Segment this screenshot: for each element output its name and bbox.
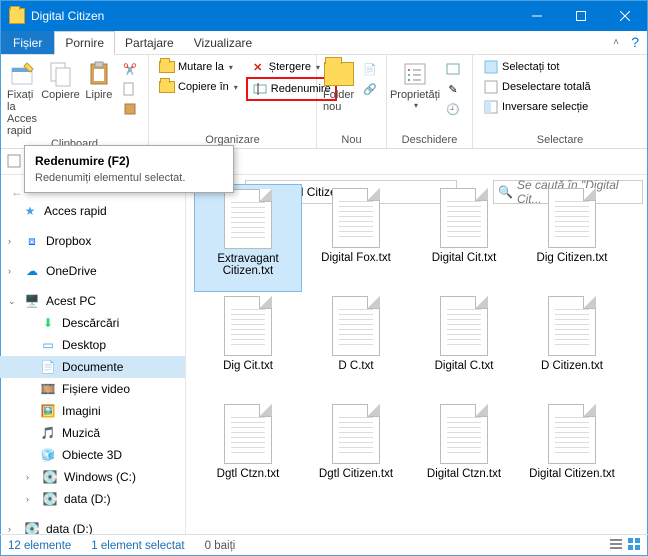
- file-name: D Citizen.txt: [541, 360, 603, 372]
- file-item[interactable]: Dgtl Ctzn.txt: [194, 400, 302, 508]
- close-button[interactable]: [603, 1, 647, 31]
- nav-sidebar: ★Acces rapid ›⧈Dropbox ›☁OneDrive ⌄🖥️Ace…: [0, 178, 186, 534]
- paste-button[interactable]: Lipire: [84, 57, 114, 101]
- file-icon: [548, 296, 596, 356]
- file-name: Dgtl Citizen.txt: [319, 468, 393, 480]
- view-details-button[interactable]: [608, 536, 624, 555]
- tab-file[interactable]: Fișier: [1, 31, 54, 54]
- file-item[interactable]: Digital C.txt: [410, 292, 518, 400]
- sidebar-quick-access[interactable]: ★Acces rapid: [0, 200, 185, 222]
- file-item[interactable]: Dig Citizen.txt: [518, 184, 626, 292]
- file-icon: [332, 404, 380, 464]
- group-open: Deschidere: [393, 133, 466, 148]
- history-button[interactable]: 🕘: [441, 99, 465, 119]
- sidebar-downloads[interactable]: ⬇Descărcări: [0, 312, 185, 334]
- file-name: Dig Cit.txt: [223, 360, 273, 372]
- view-icons-button[interactable]: [626, 536, 642, 555]
- edit-button[interactable]: ✎: [441, 79, 465, 99]
- minimize-button[interactable]: [515, 1, 559, 31]
- invert-selection-button[interactable]: Inversare selecție: [479, 97, 595, 117]
- file-name: Dig Citizen.txt: [537, 252, 608, 264]
- file-name: Dgtl Ctzn.txt: [217, 468, 280, 480]
- new-folder-button[interactable]: Folder nou: [323, 57, 354, 113]
- file-icon: [224, 404, 272, 464]
- file-icon: [332, 296, 380, 356]
- file-name: D C.txt: [338, 360, 373, 372]
- status-count: 12 elemente: [8, 540, 71, 552]
- titlebar: Digital Citizen: [1, 1, 647, 31]
- sidebar-desktop[interactable]: ▭Desktop: [0, 334, 185, 356]
- group-select: Selectare: [479, 133, 641, 148]
- select-all-button[interactable]: Selectați tot: [479, 57, 595, 77]
- paste-shortcut-button[interactable]: [118, 99, 142, 119]
- sidebar-pictures[interactable]: 🖼️Imagini: [0, 400, 185, 422]
- new-item-button[interactable]: 📄: [358, 59, 382, 79]
- file-icon: [224, 189, 272, 249]
- file-item[interactable]: Digital Cit.txt: [410, 184, 518, 292]
- rename-tooltip: Redenumire (F2) Redenumiți elementul sel…: [24, 145, 234, 193]
- easy-access-button[interactable]: 🔗: [358, 79, 382, 99]
- file-item[interactable]: Dig Cit.txt: [194, 292, 302, 400]
- help-button[interactable]: ?: [631, 34, 639, 50]
- ribbon: Fixați la Acces rapid Copiere Lipire ✂️ …: [1, 55, 647, 149]
- file-name: Digital Cit.txt: [432, 252, 497, 264]
- file-item[interactable]: D C.txt: [302, 292, 410, 400]
- file-icon: [548, 188, 596, 248]
- sidebar-onedrive[interactable]: ›☁OneDrive: [0, 260, 185, 282]
- file-name: Digital Fox.txt: [321, 252, 391, 264]
- file-name: Digital Ctzn.txt: [427, 468, 501, 480]
- file-item[interactable]: Extravagant Citizen.txt: [194, 184, 302, 292]
- group-new: Nou: [323, 133, 380, 148]
- file-name: Extravagant Citizen.txt: [195, 253, 301, 277]
- file-item[interactable]: D Citizen.txt: [518, 292, 626, 400]
- file-icon: [440, 404, 488, 464]
- file-item[interactable]: Digital Fox.txt: [302, 184, 410, 292]
- copypath-button[interactable]: [118, 79, 142, 99]
- sidebar-3dobjects[interactable]: 🧊Obiecte 3D: [0, 444, 185, 466]
- file-item[interactable]: Digital Ctzn.txt: [410, 400, 518, 508]
- statusbar: 12 elemente 1 element selectat 0 baiți: [0, 534, 648, 556]
- sidebar-thispc[interactable]: ⌄🖥️Acest PC: [0, 290, 185, 312]
- select-none-button[interactable]: Deselectare totală: [479, 77, 595, 97]
- status-size: 0 baiți: [205, 540, 236, 552]
- sidebar-videos[interactable]: 🎞️Fișiere video: [0, 378, 185, 400]
- ribbon-toggle-icon[interactable]: ˄: [613, 37, 619, 48]
- copy-button[interactable]: Copiere: [41, 57, 80, 101]
- tab-view[interactable]: Vizualizare: [184, 31, 262, 54]
- properties-button[interactable]: Proprietăți▾: [393, 57, 437, 110]
- file-item[interactable]: Digital Citizen.txt: [518, 400, 626, 508]
- file-name: Digital Citizen.txt: [529, 468, 615, 480]
- file-icon: [440, 296, 488, 356]
- sidebar-documents[interactable]: 📄Documente: [0, 356, 185, 378]
- move-to-button[interactable]: Mutare la▾: [155, 57, 242, 77]
- sidebar-data-d[interactable]: ›💽data (D:): [0, 488, 185, 510]
- file-pane[interactable]: Extravagant Citizen.txt Digital Fox.txt Di…: [186, 178, 648, 534]
- file-icon: [548, 404, 596, 464]
- sidebar-dropbox[interactable]: ›⧈Dropbox: [0, 230, 185, 252]
- tab-share[interactable]: Partajare: [115, 31, 184, 54]
- cut-button[interactable]: ✂️: [118, 59, 142, 79]
- file-item[interactable]: Dgtl Citizen.txt: [302, 400, 410, 508]
- folder-icon: [9, 8, 25, 24]
- sidebar-data-d2[interactable]: ›💽data (D:): [0, 518, 185, 534]
- open-button[interactable]: [441, 59, 465, 79]
- tooltip-body: Redenumiți elementul selectat.: [35, 172, 223, 184]
- sidebar-windows-c[interactable]: ›💽Windows (C:): [0, 466, 185, 488]
- tab-home[interactable]: Pornire: [54, 31, 115, 55]
- menubar: Fișier Pornire Partajare Vizualizare ˄ ?: [1, 31, 647, 55]
- tooltip-title: Redenumire (F2): [35, 154, 223, 168]
- checkbox-icon[interactable]: [7, 154, 23, 170]
- window-title: Digital Citizen: [31, 9, 515, 23]
- sidebar-music[interactable]: 🎵Muzică: [0, 422, 185, 444]
- maximize-button[interactable]: [559, 1, 603, 31]
- file-icon: [332, 188, 380, 248]
- copy-to-button[interactable]: Copiere în▾: [155, 77, 242, 97]
- pin-quickaccess-button[interactable]: Fixați la Acces rapid: [7, 57, 37, 137]
- file-icon: [440, 188, 488, 248]
- status-selected: 1 element selectat: [91, 540, 184, 552]
- file-name: Digital C.txt: [435, 360, 494, 372]
- file-icon: [224, 296, 272, 356]
